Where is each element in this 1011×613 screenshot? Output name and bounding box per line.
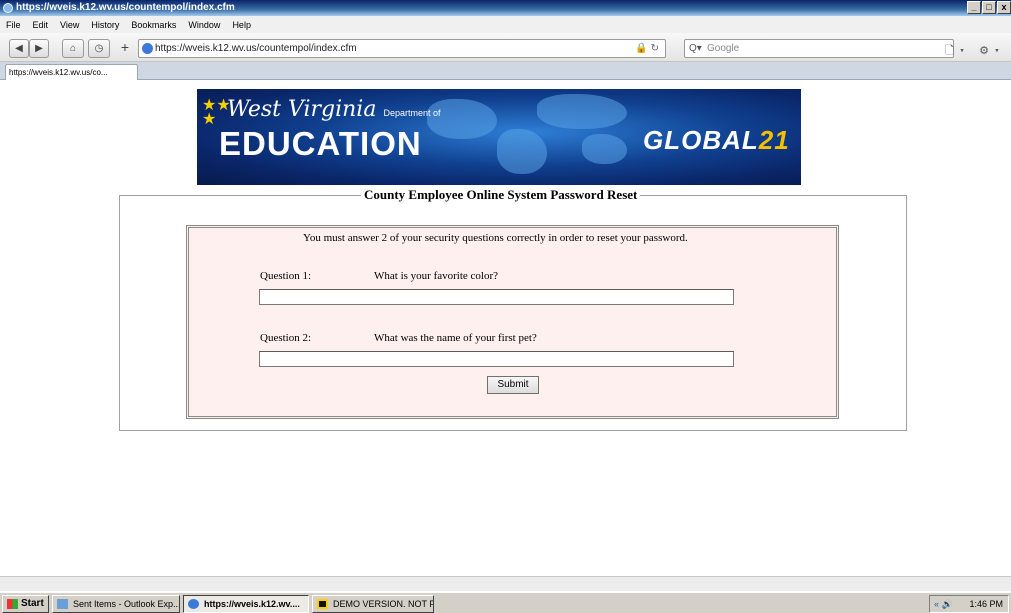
question-1-text: What is your favorite color? bbox=[374, 270, 499, 282]
demo-app-icon bbox=[317, 599, 328, 609]
clock: 1:46 PM bbox=[969, 599, 1003, 609]
browser-status-bar bbox=[0, 576, 1011, 591]
taskbar-item-browser[interactable]: https://wveis.k12.wv.... bbox=[183, 595, 309, 613]
wv-education-banner: ★★ ★ West Virginia Department of EDUCATIO… bbox=[197, 89, 801, 185]
system-tray: « 🔊 1:46 PM bbox=[929, 595, 1009, 613]
tab-strip: https://wveis.k12.wv.us/co... bbox=[0, 62, 1011, 80]
windows-logo-icon bbox=[7, 599, 18, 609]
menu-window[interactable]: Window bbox=[188, 20, 220, 30]
question-1-label: Question 1: bbox=[260, 270, 312, 282]
instructions-text: You must answer 2 of your security quest… bbox=[303, 232, 688, 244]
menu-file[interactable]: File bbox=[6, 20, 21, 30]
tray-icons[interactable]: « 🔊 bbox=[934, 596, 953, 612]
search-engine-icon[interactable]: Q▾ bbox=[689, 40, 702, 57]
window-controls: _ □ x bbox=[967, 1, 1011, 14]
question-2-text: What was the name of your first pet? bbox=[374, 332, 537, 344]
home-button[interactable]: ⌂ bbox=[62, 39, 84, 58]
global21-logo: GLOBAL21 bbox=[643, 125, 790, 155]
page-tools-icon[interactable]: 🗋▾ ⚙▾ bbox=[945, 42, 1005, 61]
menu-help[interactable]: Help bbox=[232, 20, 251, 30]
map-continent bbox=[582, 134, 627, 164]
new-tab-button[interactable]: + bbox=[116, 39, 134, 58]
address-url: https://wveis.k12.wv.us/countempol/index… bbox=[155, 43, 357, 54]
menu-history[interactable]: History bbox=[91, 20, 119, 30]
window-title: https://wveis.k12.wv.us/countempol/index… bbox=[16, 2, 235, 13]
back-button[interactable]: ◀ bbox=[9, 39, 29, 58]
history-button[interactable]: ◷ bbox=[88, 39, 110, 58]
menu-edit[interactable]: Edit bbox=[33, 20, 49, 30]
site-globe-icon bbox=[142, 43, 153, 54]
map-continent bbox=[537, 94, 627, 129]
menu-bookmarks[interactable]: Bookmarks bbox=[131, 20, 176, 30]
navigation-toolbar: ◀ ▶ ⌂ ◷ + https://wveis.k12.wv.us/counte… bbox=[0, 33, 1011, 62]
search-input[interactable]: Q▾ Google bbox=[684, 39, 954, 58]
question-1-answer-field[interactable] bbox=[259, 289, 734, 305]
start-button[interactable]: Start bbox=[2, 595, 49, 613]
address-bar[interactable]: https://wveis.k12.wv.us/countempol/index… bbox=[138, 39, 666, 58]
browser-icon bbox=[188, 599, 199, 609]
taskbar-item-outlook[interactable]: Sent Items - Outlook Exp... bbox=[52, 595, 180, 613]
tab-current[interactable]: https://wveis.k12.wv.us/co... bbox=[5, 64, 138, 80]
close-button[interactable]: x bbox=[997, 1, 1011, 14]
search-placeholder: Google bbox=[707, 43, 740, 54]
minimize-button[interactable]: _ bbox=[967, 1, 981, 14]
page-title: County Employee Online System Password R… bbox=[361, 188, 641, 202]
windows-taskbar: Start Sent Items - Outlook Exp... https:… bbox=[0, 592, 1011, 613]
maximize-button[interactable]: □ bbox=[982, 1, 996, 14]
outlook-icon bbox=[57, 599, 68, 609]
menu-view[interactable]: View bbox=[60, 20, 79, 30]
menu-bar: File Edit View History Bookmarks Window … bbox=[0, 16, 1011, 33]
question-2-answer-field[interactable] bbox=[259, 351, 734, 367]
taskbar-item-demo[interactable]: DEMO VERSION. NOT F... bbox=[312, 595, 434, 613]
submit-button[interactable]: Submit bbox=[487, 376, 539, 394]
forward-button[interactable]: ▶ bbox=[29, 39, 49, 58]
browser-globe-icon bbox=[3, 3, 13, 13]
banner-education: EDUCATION bbox=[219, 125, 422, 162]
banner-state-name: West Virginia Department of bbox=[227, 97, 441, 122]
map-continent bbox=[497, 129, 547, 174]
question-2-label: Question 2: bbox=[260, 332, 312, 344]
lock-reload-icons[interactable]: 🔒 ↻ bbox=[635, 40, 659, 57]
window-title-bar: https://wveis.k12.wv.us/countempol/index… bbox=[0, 0, 1011, 16]
